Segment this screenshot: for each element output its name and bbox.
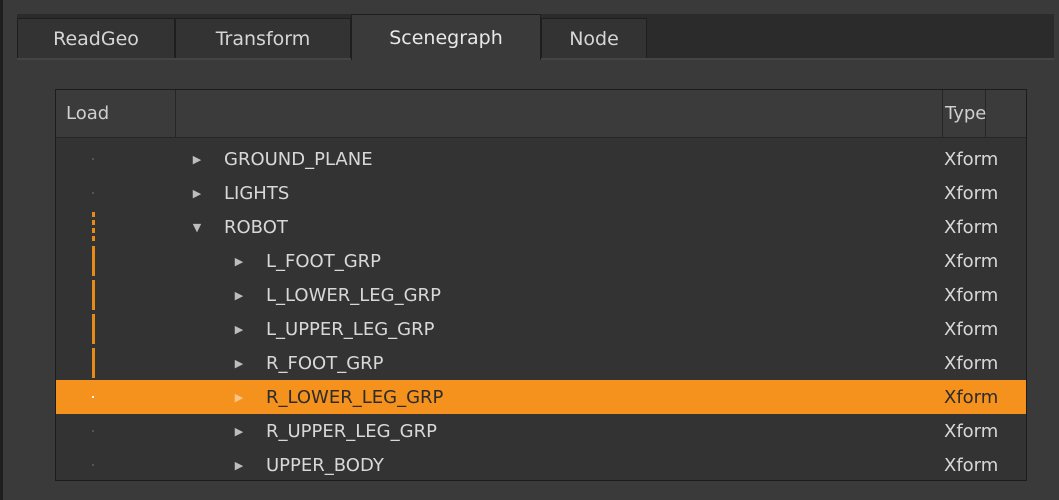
expand-arrow-icon[interactable]: ▶ xyxy=(232,414,246,448)
load-dot-icon xyxy=(92,158,94,160)
node-type: Xform xyxy=(944,250,999,272)
load-toggle[interactable] xyxy=(56,414,176,448)
node-name: R_LOWER_LEG_GRP xyxy=(266,386,444,408)
node-type: Xform xyxy=(944,284,999,306)
load-dot-icon xyxy=(92,464,94,466)
load-bar-icon xyxy=(92,280,95,310)
tree-row[interactable]: ▶ L_UPPER_LEG_GRP Xform xyxy=(56,312,1026,346)
node-name: LIGHTS xyxy=(224,182,290,204)
tab-scenegraph[interactable]: Scenegraph xyxy=(351,14,541,60)
tab-node[interactable]: Node xyxy=(541,18,647,58)
expand-arrow-icon[interactable]: ▶ xyxy=(190,142,204,176)
collapse-arrow-icon[interactable]: ▼ xyxy=(190,210,204,244)
expand-arrow-icon[interactable]: ▶ xyxy=(232,346,246,380)
load-bar-icon xyxy=(92,212,95,242)
expand-arrow-icon[interactable]: ▶ xyxy=(232,448,246,482)
load-toggle[interactable] xyxy=(56,380,176,414)
column-header-type[interactable]: Type xyxy=(942,90,1026,137)
load-bar-icon xyxy=(92,314,95,344)
tree-header: Load Type xyxy=(56,90,1026,138)
expand-arrow-icon[interactable]: ▶ xyxy=(232,278,246,312)
node-type: Xform xyxy=(944,352,999,374)
load-bar-icon xyxy=(92,246,95,276)
node-type: Xform xyxy=(944,148,999,170)
expand-arrow-icon[interactable]: ▶ xyxy=(232,380,246,414)
tree-row[interactable]: ▶ L_FOOT_GRP Xform xyxy=(56,244,1026,278)
expand-arrow-icon[interactable]: ▶ xyxy=(232,312,246,346)
tree-row[interactable]: ▶ GROUND_PLANE Xform xyxy=(56,142,1026,176)
node-type: Xform xyxy=(944,216,999,238)
node-type: Xform xyxy=(944,386,999,408)
load-toggle[interactable] xyxy=(56,346,176,380)
node-name: L_FOOT_GRP xyxy=(266,250,382,272)
load-dot-icon xyxy=(92,396,94,398)
column-header-load[interactable]: Load xyxy=(56,90,176,137)
node-type: Xform xyxy=(944,454,999,476)
tree-row[interactable]: ▶ UPPER_BODY Xform xyxy=(56,448,1026,482)
scenegraph-tree: Load Type ▶ GROUND_PLANE Xform ▶ LIGHTS Xform… xyxy=(55,89,1027,481)
tree-rows: ▶ GROUND_PLANE Xform ▶ LIGHTS Xform ▼ ROBOT Xfor… xyxy=(56,142,1026,482)
load-toggle[interactable] xyxy=(56,176,176,210)
load-toggle[interactable] xyxy=(56,312,176,346)
load-bar-icon xyxy=(92,348,95,378)
expand-arrow-icon[interactable]: ▶ xyxy=(232,244,246,278)
node-name: UPPER_BODY xyxy=(266,454,384,476)
load-toggle[interactable] xyxy=(56,210,176,244)
tab-readgeo[interactable]: ReadGeo xyxy=(17,18,175,58)
node-name: R_FOOT_GRP xyxy=(266,352,384,374)
expand-arrow-icon[interactable]: ▶ xyxy=(190,176,204,210)
node-name: ROBOT xyxy=(224,216,288,238)
load-toggle[interactable] xyxy=(56,278,176,312)
tree-row[interactable]: ▶ R_LOWER_LEG_GRP Xform xyxy=(56,380,1026,414)
node-name: R_UPPER_LEG_GRP xyxy=(266,420,437,442)
column-header-name[interactable] xyxy=(176,90,986,137)
load-toggle[interactable] xyxy=(56,244,176,278)
node-type: Xform xyxy=(944,420,999,442)
node-type: Xform xyxy=(944,182,999,204)
node-name: GROUND_PLANE xyxy=(224,148,373,170)
tree-row[interactable]: ▶ R_FOOT_GRP Xform xyxy=(56,346,1026,380)
load-toggle[interactable] xyxy=(56,448,176,482)
load-dot-icon xyxy=(92,192,94,194)
tree-row[interactable]: ▶ L_LOWER_LEG_GRP Xform xyxy=(56,278,1026,312)
node-name: L_LOWER_LEG_GRP xyxy=(266,284,441,306)
tree-row[interactable]: ▼ ROBOT Xform xyxy=(56,210,1026,244)
node-name: L_UPPER_LEG_GRP xyxy=(266,318,435,340)
tab-transform[interactable]: Transform xyxy=(175,18,351,58)
load-dot-icon xyxy=(92,430,94,432)
scenegraph-window: ReadGeo Transform Scenegraph Node Load T… xyxy=(0,0,1059,500)
node-type: Xform xyxy=(944,318,999,340)
tree-row[interactable]: ▶ LIGHTS Xform xyxy=(56,176,1026,210)
tab-bar: ReadGeo Transform Scenegraph Node xyxy=(17,14,1054,60)
tree-row[interactable]: ▶ R_UPPER_LEG_GRP Xform xyxy=(56,414,1026,448)
load-toggle[interactable] xyxy=(56,142,176,176)
